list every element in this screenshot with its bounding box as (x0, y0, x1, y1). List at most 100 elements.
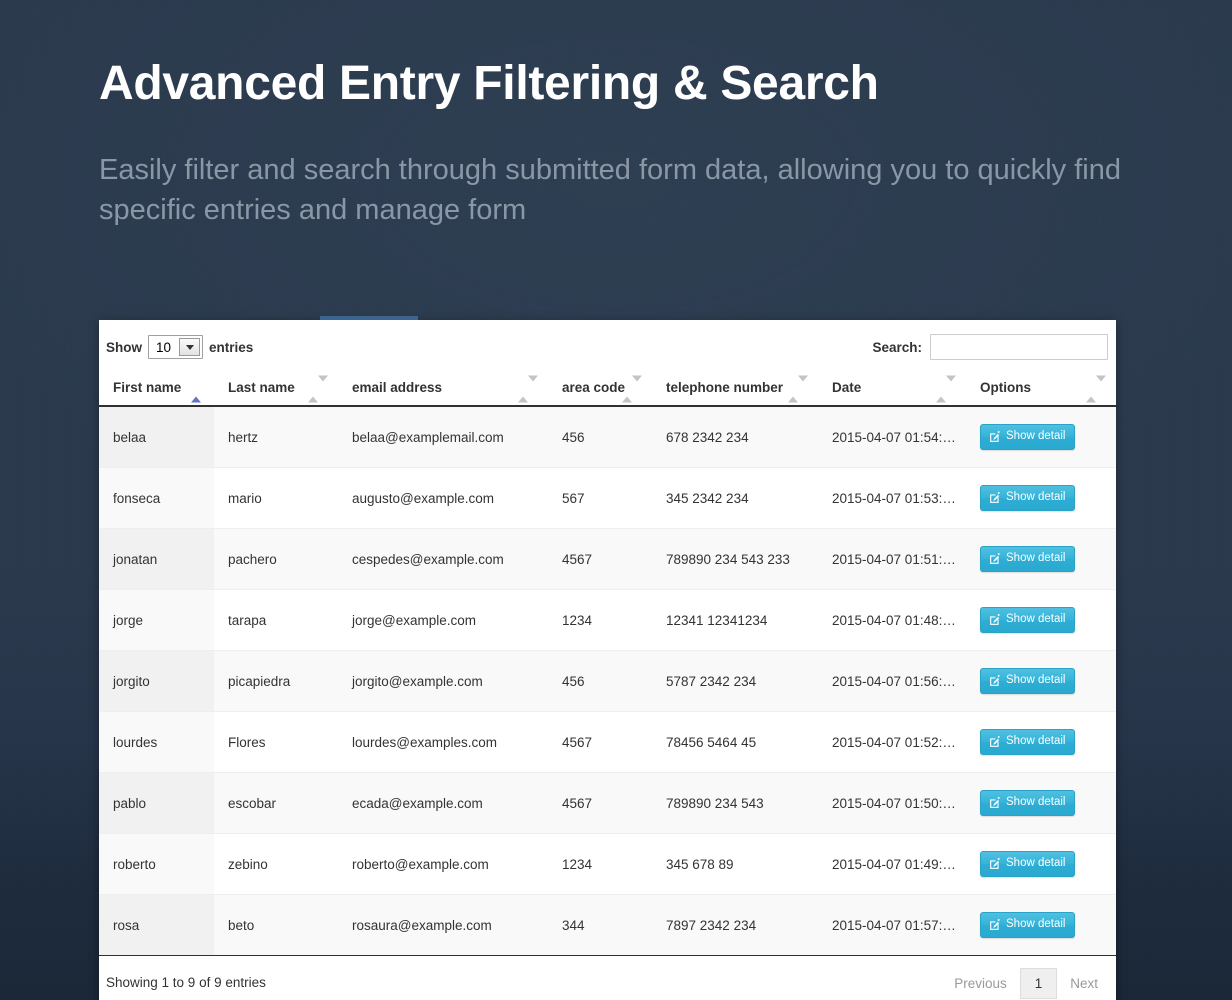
cell-first-name: fonseca (99, 467, 214, 529)
cell-last-name: Flores (214, 711, 338, 773)
page-title: Advanced Entry Filtering & Search (99, 57, 879, 110)
show-detail-label: Show detail (1006, 430, 1066, 443)
show-detail-label: Show detail (1006, 491, 1066, 504)
sort-both-icon (308, 375, 328, 402)
column-header-options[interactable]: Options (966, 372, 1116, 407)
cell-telephone-number: 78456 5464 45 (652, 711, 818, 773)
cell-last-name: tarapa (214, 589, 338, 651)
entries-table: First name Last name email address area … (99, 372, 1116, 956)
cell-first-name: pablo (99, 772, 214, 834)
cell-area-code: 344 (548, 894, 652, 956)
page-root: Advanced Entry Filtering & Search Easily… (0, 0, 1232, 1000)
show-detail-button[interactable]: Show detail (980, 668, 1076, 694)
cell-area-code: 4567 (548, 528, 652, 590)
cell-first-name: lourdes (99, 711, 214, 773)
table-row: jonatan pachero cespedes@example.com 4567 78… (99, 528, 1116, 590)
search-input[interactable] (930, 334, 1108, 360)
table-row: jorge tarapa jorge@example.com 1234 12341 12… (99, 589, 1116, 651)
sort-both-icon (518, 375, 538, 402)
column-header-email-address[interactable]: email address (338, 372, 548, 407)
column-header-telephone-number[interactable]: telephone number (652, 372, 818, 407)
sort-ascending-icon (191, 381, 201, 402)
edit-square-icon (989, 858, 1001, 870)
cell-first-name: jorge (99, 589, 214, 651)
cell-telephone-number: 5787 2342 234 (652, 650, 818, 712)
cell-email-address: rosaura@example.com (338, 894, 548, 956)
pagination-next[interactable]: Next (1057, 968, 1111, 999)
table-controls-bar: Show 10 entries Search: (99, 320, 1116, 372)
search-control: Search: (872, 334, 1108, 360)
column-header-label: telephone number (666, 380, 784, 395)
cell-options: Show detail (966, 406, 1116, 468)
column-header-first-name[interactable]: First name (99, 372, 214, 407)
pagination-previous[interactable]: Previous (941, 968, 1020, 999)
cell-first-name: rosa (99, 894, 214, 956)
cell-last-name: picapiedra (214, 650, 338, 712)
cell-telephone-number: 789890 234 543 (652, 772, 818, 834)
cell-email-address: lourdes@examples.com (338, 711, 548, 773)
show-detail-button[interactable]: Show detail (980, 485, 1076, 511)
cell-area-code: 456 (548, 650, 652, 712)
cell-options: Show detail (966, 711, 1116, 773)
show-label: Show (106, 339, 142, 355)
cell-email-address: augusto@example.com (338, 467, 548, 529)
show-detail-label: Show detail (1006, 552, 1066, 565)
chevron-down-icon[interactable] (179, 338, 201, 356)
cell-date: 2015-04-07 01:57:10 (818, 894, 966, 956)
cell-telephone-number: 7897 2342 234 (652, 894, 818, 956)
edit-square-icon (989, 919, 1001, 931)
table-row: pablo escobar ecada@example.com 4567 789890 … (99, 772, 1116, 834)
cell-options: Show detail (966, 467, 1116, 529)
entries-length-control: Show 10 entries (106, 335, 253, 359)
cell-telephone-number: 789890 234 543 233 (652, 528, 818, 590)
table-header-row: First name Last name email address area … (99, 372, 1116, 407)
column-header-label: Last name (228, 380, 295, 395)
table-row: roberto zebino roberto@example.com 1234 345 … (99, 833, 1116, 895)
cell-last-name: beto (214, 894, 338, 956)
cell-last-name: hertz (214, 406, 338, 468)
cell-email-address: ecada@example.com (338, 772, 548, 834)
cell-area-code: 4567 (548, 711, 652, 773)
show-detail-button[interactable]: Show detail (980, 912, 1076, 938)
show-detail-label: Show detail (1006, 857, 1066, 870)
entries-panel: Show 10 entries Search: First name Last … (99, 316, 1116, 1000)
search-label: Search: (872, 339, 922, 355)
table-row: fonseca mario augusto@example.com 567 345 23… (99, 467, 1116, 529)
entries-info: Showing 1 to 9 of 9 entries (106, 975, 266, 990)
show-detail-button[interactable]: Show detail (980, 424, 1076, 450)
cell-last-name: pachero (214, 528, 338, 590)
cell-first-name: roberto (99, 833, 214, 895)
cell-date: 2015-04-07 01:51:33 (818, 528, 966, 590)
cell-first-name: belaa (99, 406, 214, 468)
edit-square-icon (989, 492, 1001, 504)
column-header-label: Date (832, 380, 862, 395)
table-row: jorgito picapiedra jorgito@example.com 456 5… (99, 650, 1116, 712)
cell-first-name: jonatan (99, 528, 214, 590)
show-detail-button[interactable]: Show detail (980, 851, 1076, 877)
show-detail-button[interactable]: Show detail (980, 546, 1076, 572)
table-header: First name Last name email address area … (99, 372, 1116, 407)
cell-date: 2015-04-07 01:48:45 (818, 589, 966, 651)
show-detail-button[interactable]: Show detail (980, 790, 1076, 816)
column-header-last-name[interactable]: Last name (214, 372, 338, 407)
cell-last-name: escobar (214, 772, 338, 834)
cell-area-code: 456 (548, 406, 652, 468)
edit-square-icon (989, 797, 1001, 809)
column-header-date[interactable]: Date (818, 372, 966, 407)
edit-square-icon (989, 614, 1001, 626)
cell-email-address: roberto@example.com (338, 833, 548, 895)
cell-area-code: 1234 (548, 589, 652, 651)
cell-area-code: 4567 (548, 772, 652, 834)
sort-both-icon (936, 375, 956, 402)
entries-per-page-select[interactable]: 10 (148, 335, 204, 359)
sort-both-icon (622, 375, 642, 402)
pagination: Previous 1 Next (941, 968, 1111, 999)
cell-last-name: zebino (214, 833, 338, 895)
show-detail-button[interactable]: Show detail (980, 729, 1076, 755)
pagination-page-1[interactable]: 1 (1019, 968, 1058, 999)
cell-last-name: mario (214, 467, 338, 529)
column-header-area-code[interactable]: area code (548, 372, 652, 407)
cell-options: Show detail (966, 650, 1116, 712)
column-header-label: First name (113, 380, 182, 395)
show-detail-button[interactable]: Show detail (980, 607, 1076, 633)
